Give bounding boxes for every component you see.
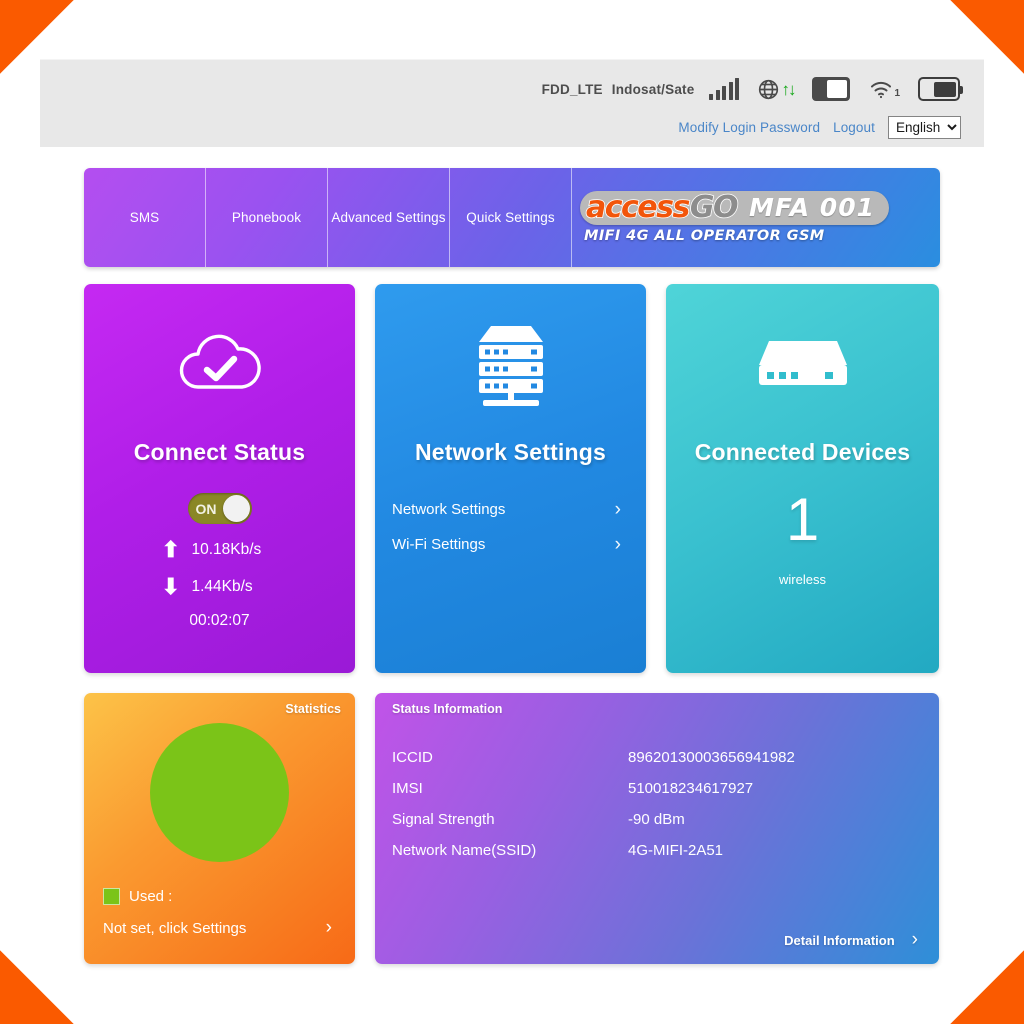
- table-row: ICCID 89620130003656941982: [392, 742, 939, 773]
- header-bar: FDD_LTE Indosat/Sate ↑↓ 1 Modify Login P…: [40, 59, 984, 147]
- row-label-ssid: Network Name(SSID): [392, 842, 537, 859]
- link-wifi-settings-label: Wi-Fi Settings: [392, 536, 486, 553]
- connected-devices-title: Connected Devices: [694, 439, 911, 465]
- chevron-right-icon: ›: [911, 929, 918, 950]
- brand-name-access: access: [585, 189, 691, 225]
- status-information-table: ICCID 89620130003656941982 IMSI 51001823…: [375, 716, 939, 866]
- tab-advanced-settings[interactable]: Advanced Settings: [328, 168, 450, 267]
- link-wifi-settings[interactable]: Wi-Fi Settings ›: [375, 527, 646, 562]
- data-transfer-icon: ↑↓: [781, 79, 796, 99]
- connection-toggle-label: ON: [195, 500, 217, 517]
- connection-uptime: 00:02:07: [189, 612, 250, 629]
- download-speed-row: ⬇ 1.44Kb/s: [84, 576, 355, 598]
- statistics-legend: Used :: [84, 862, 355, 905]
- brand-tagline: MIFI 4G ALL OPERATOR GSM: [584, 228, 825, 245]
- chevron-right-icon: ›: [614, 533, 621, 555]
- table-row: Network Name(SSID) 4G-MIFI-2A51: [392, 835, 939, 866]
- card-network-settings[interactable]: Network Settings Network Settings › Wi-F…: [375, 284, 646, 673]
- router-icon: [666, 284, 939, 439]
- card-status-information: Status Information ICCID 896201300036569…: [375, 693, 939, 964]
- download-speed-value: 1.44Kb/s: [191, 578, 253, 595]
- card-connect-status[interactable]: Connect Status ON ⬆ 10.18Kb/s ⬇ 1.44Kb/s…: [84, 284, 355, 673]
- card-statistics[interactable]: Statistics Used : Not set, click Setting…: [84, 693, 355, 964]
- battery-icon: [918, 77, 963, 101]
- connect-status-title: Connect Status: [133, 439, 306, 465]
- row-value-signal-strength: -90 dBm: [628, 811, 685, 828]
- brand-model: MFA 001: [749, 193, 875, 223]
- status-icon-row: FDD_LTE Indosat/Sate ↑↓ 1: [541, 70, 963, 108]
- carrier-label: Indosat/Sate: [611, 81, 695, 97]
- globe-icon: ↑↓: [757, 78, 796, 101]
- status-information-title: Status Information: [392, 702, 503, 716]
- brand-logo: access GO MFA 001 MIFI 4G ALL OPERATOR G…: [572, 168, 940, 267]
- statistics-settings-label: Not set, click Settings: [103, 919, 247, 937]
- legend-swatch-used: [103, 888, 120, 905]
- legend-label-used: Used :: [129, 888, 173, 905]
- upload-speed-row: ⬆ 10.18Kb/s: [84, 539, 355, 561]
- card-connected-devices[interactable]: Connected Devices 1 wireless: [666, 284, 939, 673]
- detail-information-link[interactable]: Detail Information ›: [784, 929, 918, 951]
- row-value-imsi: 510018234617927: [628, 780, 754, 797]
- detail-information-label: Detail Information: [784, 932, 895, 948]
- wifi-client-count: 1: [894, 88, 900, 99]
- connection-toggle-knob[interactable]: [222, 495, 250, 522]
- chevron-right-icon: ›: [614, 498, 621, 520]
- link-network-settings[interactable]: Network Settings ›: [375, 492, 646, 527]
- table-row: Signal Strength -90 dBm: [392, 804, 939, 835]
- network-settings-title: Network Settings: [414, 439, 607, 465]
- chevron-right-icon: ›: [325, 917, 332, 938]
- arrow-down-icon: ⬇: [161, 574, 180, 599]
- arrow-up-icon: ⬆: [161, 537, 180, 562]
- main-navigation: SMS Phonebook Advanced Settings Quick Se…: [84, 168, 940, 267]
- signal-bars-icon: [709, 78, 740, 100]
- usage-pie-chart: [150, 723, 289, 862]
- battery-fill: [933, 81, 956, 97]
- server-rack-icon: [375, 284, 646, 439]
- upload-speed-value: 10.18Kb/s: [191, 541, 262, 558]
- row-label-signal-strength: Signal Strength: [392, 811, 495, 828]
- logout-link[interactable]: Logout: [833, 120, 875, 135]
- table-row: IMSI 510018234617927: [392, 773, 939, 804]
- row-label-iccid: ICCID: [392, 749, 433, 766]
- statistics-settings-link[interactable]: Not set, click Settings ›: [84, 905, 355, 939]
- network-mode-label: FDD_LTE: [541, 81, 603, 97]
- router-admin-page: FDD_LTE Indosat/Sate ↑↓ 1 Modify Login P…: [0, 0, 1024, 1024]
- sim-card-icon: [812, 77, 851, 101]
- connected-devices-type: wireless: [779, 572, 826, 587]
- connection-toggle[interactable]: ON: [187, 493, 252, 524]
- row-label-imsi: IMSI: [392, 780, 423, 797]
- tab-sms[interactable]: SMS: [84, 168, 206, 267]
- brand-name-go: GO: [689, 189, 739, 225]
- tab-quick-settings[interactable]: Quick Settings: [450, 168, 572, 267]
- wifi-icon: 1: [869, 79, 900, 99]
- statistics-title: Statistics: [285, 702, 341, 716]
- link-network-settings-label: Network Settings: [392, 501, 506, 518]
- language-select[interactable]: English: [888, 116, 961, 139]
- account-actions: Modify Login Password Logout English: [678, 116, 961, 139]
- brand-logo-pill: access GO MFA 001: [580, 189, 889, 226]
- connected-devices-count: 1: [785, 486, 820, 553]
- modify-login-password-link[interactable]: Modify Login Password: [678, 120, 820, 135]
- row-value-iccid: 89620130003656941982: [628, 749, 795, 766]
- tab-phonebook[interactable]: Phonebook: [206, 168, 328, 267]
- cloud-check-icon: [84, 284, 355, 439]
- row-value-ssid: 4G-MIFI-2A51: [628, 842, 724, 859]
